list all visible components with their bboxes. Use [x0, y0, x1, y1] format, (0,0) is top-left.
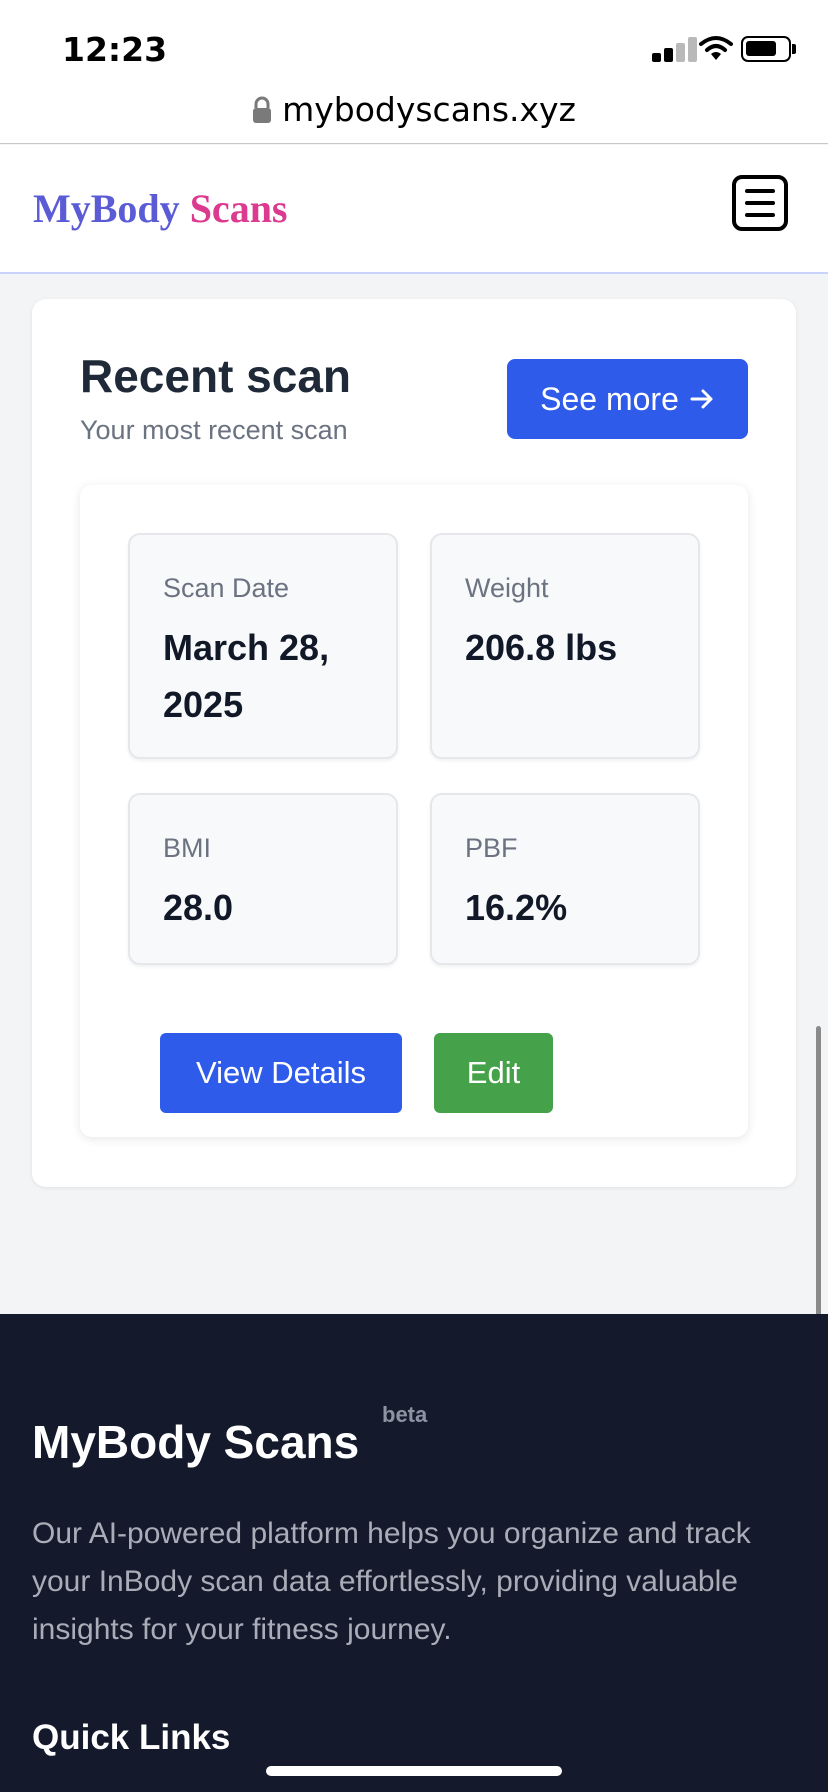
edit-button[interactable]: Edit: [434, 1033, 553, 1113]
page-scrollbar[interactable]: [816, 1026, 821, 1316]
app-header: MyBody Scans: [0, 145, 828, 274]
stat-value: March 28, 2025: [163, 627, 330, 725]
see-more-button[interactable]: See more: [507, 359, 748, 439]
see-more-label: See more: [540, 380, 679, 417]
recent-scan-title: Recent scan: [80, 350, 352, 402]
stat-label: Weight: [465, 573, 549, 603]
stat-label: BMI: [163, 833, 212, 863]
recent-scan-card: Recent scan Your most recent scan See mo…: [32, 299, 796, 1187]
stat-value: 206.8 lbs: [465, 627, 618, 668]
home-indicator[interactable]: [266, 1766, 562, 1776]
logo-part-2: Scans: [189, 186, 288, 231]
arrow-right-icon: [690, 389, 713, 409]
logo[interactable]: MyBody Scans: [33, 185, 288, 232]
view-details-button[interactable]: View Details: [160, 1033, 402, 1113]
stat-weight: Weight 206.8 lbs: [430, 533, 700, 759]
hamburger-menu-button[interactable]: [732, 175, 788, 231]
browser-url-bar[interactable]: mybodyscans.xyz: [0, 80, 828, 144]
stat-label: PBF: [465, 833, 518, 863]
stat-bmi: BMI 28.0: [128, 793, 398, 965]
logo-part-1: MyBody: [33, 186, 180, 231]
status-time: 12:23: [62, 30, 168, 69]
wifi-icon: [699, 36, 733, 60]
recent-scan-subtitle: Your most recent scan: [80, 415, 348, 445]
main-content: Recent scan Your most recent scan See mo…: [0, 276, 828, 1314]
stat-pbf: PBF 16.2%: [430, 793, 700, 965]
beta-badge: beta: [382, 1402, 428, 1427]
url-text: mybodyscans.xyz: [282, 90, 576, 129]
cellular-signal-icon: [652, 36, 706, 62]
stat-scan-date: Scan Date March 28, 2025: [128, 533, 398, 759]
stat-value: 28.0: [163, 887, 234, 928]
menu-icon: [745, 189, 775, 193]
footer-description: Our AI-powered platform helps you organi…: [32, 1517, 751, 1646]
quick-links-heading: Quick Links: [32, 1718, 231, 1757]
stat-label: Scan Date: [163, 573, 290, 603]
footer: MyBody Scans beta Our AI-powered platfor…: [0, 1314, 828, 1792]
lock-icon: [253, 96, 272, 123]
footer-brand-title: MyBody Scans: [32, 1416, 360, 1468]
stat-value: 16.2%: [465, 887, 568, 928]
battery-icon: [741, 36, 791, 62]
